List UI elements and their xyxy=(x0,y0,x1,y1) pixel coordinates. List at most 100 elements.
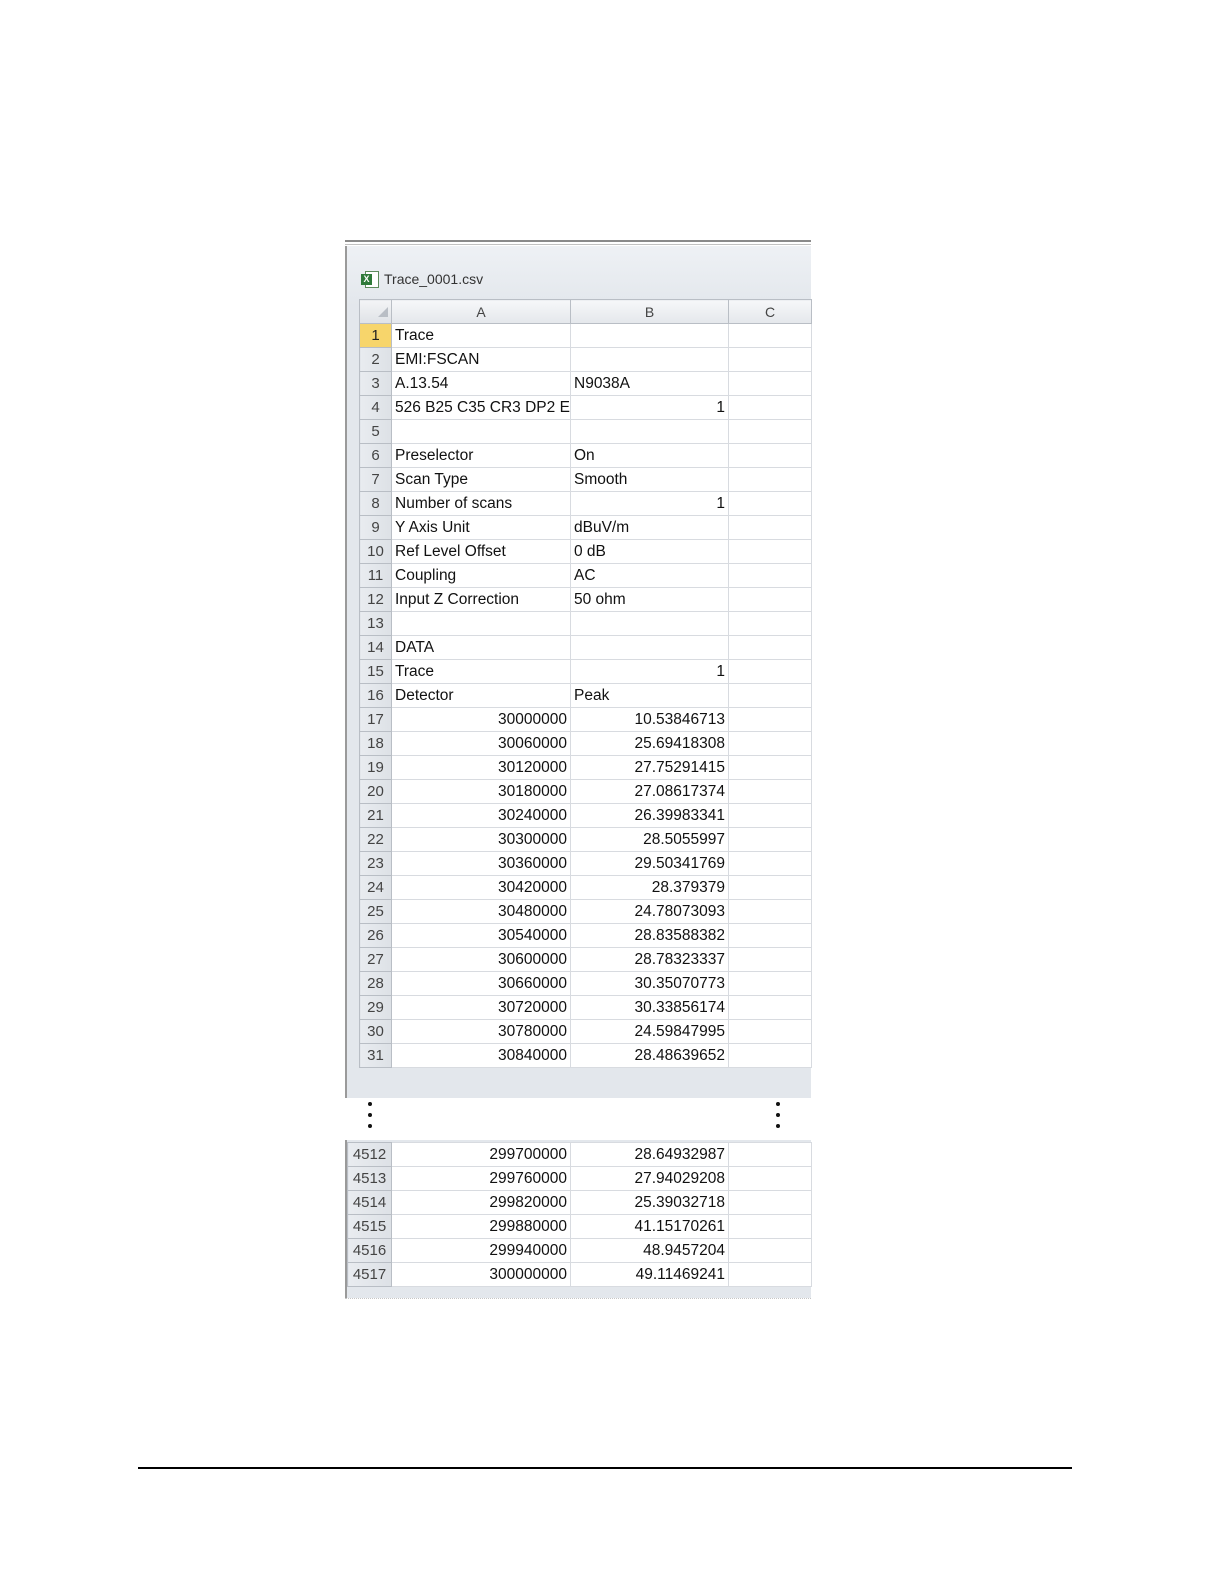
cell-c[interactable] xyxy=(728,1166,812,1191)
cell-b[interactable]: 49.11469241 xyxy=(570,1262,729,1287)
cell-c[interactable] xyxy=(728,923,812,948)
cell-c[interactable] xyxy=(728,1043,812,1068)
cell-c[interactable] xyxy=(728,467,812,492)
cell-b[interactable] xyxy=(570,611,729,636)
cell-b[interactable]: 29.50341769 xyxy=(570,851,729,876)
cell-a[interactable]: 30120000 xyxy=(391,755,571,780)
cell-a[interactable]: DATA xyxy=(391,635,571,660)
cell-a[interactable]: 299880000 xyxy=(391,1214,571,1239)
cell-a[interactable]: Coupling xyxy=(391,563,571,588)
cell-a[interactable]: 30540000 xyxy=(391,923,571,948)
cell-b[interactable] xyxy=(570,347,729,372)
row-header[interactable]: 4515 xyxy=(347,1214,392,1239)
cell-c[interactable] xyxy=(728,899,812,924)
cell-c[interactable] xyxy=(728,491,812,516)
column-header-c[interactable]: C xyxy=(728,299,812,324)
cell-c[interactable] xyxy=(728,827,812,852)
cell-c[interactable] xyxy=(728,803,812,828)
cell-b[interactable]: 27.08617374 xyxy=(570,779,729,804)
cell-c[interactable] xyxy=(728,371,812,396)
cell-a[interactable]: 30300000 xyxy=(391,827,571,852)
row-header[interactable]: 19 xyxy=(359,755,392,780)
cell-b[interactable]: 41.15170261 xyxy=(570,1214,729,1239)
row-header[interactable]: 12 xyxy=(359,587,392,612)
cell-c[interactable] xyxy=(728,347,812,372)
cell-c[interactable] xyxy=(728,419,812,444)
cell-c[interactable] xyxy=(728,1214,812,1239)
cell-a[interactable]: Number of scans xyxy=(391,491,571,516)
cell-c[interactable] xyxy=(728,683,812,708)
cell-b[interactable]: AC xyxy=(570,563,729,588)
row-header[interactable]: 26 xyxy=(359,923,392,948)
cell-c[interactable] xyxy=(728,875,812,900)
cell-b[interactable]: 50 ohm xyxy=(570,587,729,612)
row-header[interactable]: 27 xyxy=(359,947,392,972)
cell-a[interactable]: 30420000 xyxy=(391,875,571,900)
row-header[interactable]: 15 xyxy=(359,659,392,684)
cell-c[interactable] xyxy=(728,443,812,468)
cell-b[interactable]: 24.59847995 xyxy=(570,1019,729,1044)
cell-b[interactable]: 28.5055997 xyxy=(570,827,729,852)
cell-c[interactable] xyxy=(728,1019,812,1044)
cell-b[interactable]: 1 xyxy=(570,395,729,420)
cell-c[interactable] xyxy=(728,971,812,996)
cell-b[interactable]: 28.379379 xyxy=(570,875,729,900)
row-header[interactable]: 14 xyxy=(359,635,392,660)
cell-a[interactable]: 30060000 xyxy=(391,731,571,756)
cell-a[interactable]: A.13.54 xyxy=(391,371,571,396)
row-header[interactable]: 29 xyxy=(359,995,392,1020)
cell-c[interactable] xyxy=(728,995,812,1020)
cell-b[interactable]: 26.39983341 xyxy=(570,803,729,828)
cell-c[interactable] xyxy=(728,539,812,564)
cell-a[interactable]: 30660000 xyxy=(391,971,571,996)
cell-b[interactable]: 0 dB xyxy=(570,539,729,564)
cell-c[interactable] xyxy=(728,515,812,540)
cell-c[interactable] xyxy=(728,1142,812,1167)
cell-a[interactable] xyxy=(391,419,571,444)
cell-a[interactable]: 299820000 xyxy=(391,1190,571,1215)
cell-c[interactable] xyxy=(728,1262,812,1287)
cell-c[interactable] xyxy=(728,323,812,348)
cell-b[interactable]: Smooth xyxy=(570,467,729,492)
cell-c[interactable] xyxy=(728,587,812,612)
row-header[interactable]: 8 xyxy=(359,491,392,516)
row-header[interactable]: 24 xyxy=(359,875,392,900)
cell-b[interactable]: 25.39032718 xyxy=(570,1190,729,1215)
cell-c[interactable] xyxy=(728,395,812,420)
cell-b[interactable]: 28.83588382 xyxy=(570,923,729,948)
cell-b[interactable]: N9038A xyxy=(570,371,729,396)
cell-b[interactable]: 1 xyxy=(570,491,729,516)
cell-b[interactable]: 48.9457204 xyxy=(570,1238,729,1263)
cell-b[interactable]: dBuV/m xyxy=(570,515,729,540)
cell-b[interactable]: 10.53846713 xyxy=(570,707,729,732)
cell-c[interactable] xyxy=(728,659,812,684)
cell-a[interactable]: 30240000 xyxy=(391,803,571,828)
cell-a[interactable]: 299940000 xyxy=(391,1238,571,1263)
cell-b[interactable]: 27.94029208 xyxy=(570,1166,729,1191)
row-header[interactable]: 6 xyxy=(359,443,392,468)
cell-a[interactable]: 30840000 xyxy=(391,1043,571,1068)
row-header[interactable]: 7 xyxy=(359,467,392,492)
cell-c[interactable] xyxy=(728,755,812,780)
cell-a[interactable]: 299700000 xyxy=(391,1142,571,1167)
row-header[interactable]: 1 xyxy=(359,323,392,348)
cell-a[interactable]: Input Z Correction xyxy=(391,587,571,612)
row-header[interactable]: 17 xyxy=(359,707,392,732)
row-header[interactable]: 25 xyxy=(359,899,392,924)
cell-c[interactable] xyxy=(728,563,812,588)
cell-c[interactable] xyxy=(728,851,812,876)
cell-b[interactable]: 28.78323337 xyxy=(570,947,729,972)
row-header[interactable]: 4 xyxy=(359,395,392,420)
column-header-b[interactable]: B xyxy=(570,299,729,324)
cell-b[interactable]: 28.64932987 xyxy=(570,1142,729,1167)
cell-c[interactable] xyxy=(728,1190,812,1215)
row-header[interactable]: 3 xyxy=(359,371,392,396)
row-header[interactable]: 16 xyxy=(359,683,392,708)
workbook-titlebar[interactable]: X Trace_0001.csv xyxy=(361,268,483,290)
cell-a[interactable] xyxy=(391,611,571,636)
cell-b[interactable]: On xyxy=(570,443,729,468)
cell-a[interactable]: EMI:FSCAN xyxy=(391,347,571,372)
cell-a[interactable]: Trace xyxy=(391,659,571,684)
cell-b[interactable] xyxy=(570,323,729,348)
cell-b[interactable]: 24.78073093 xyxy=(570,899,729,924)
